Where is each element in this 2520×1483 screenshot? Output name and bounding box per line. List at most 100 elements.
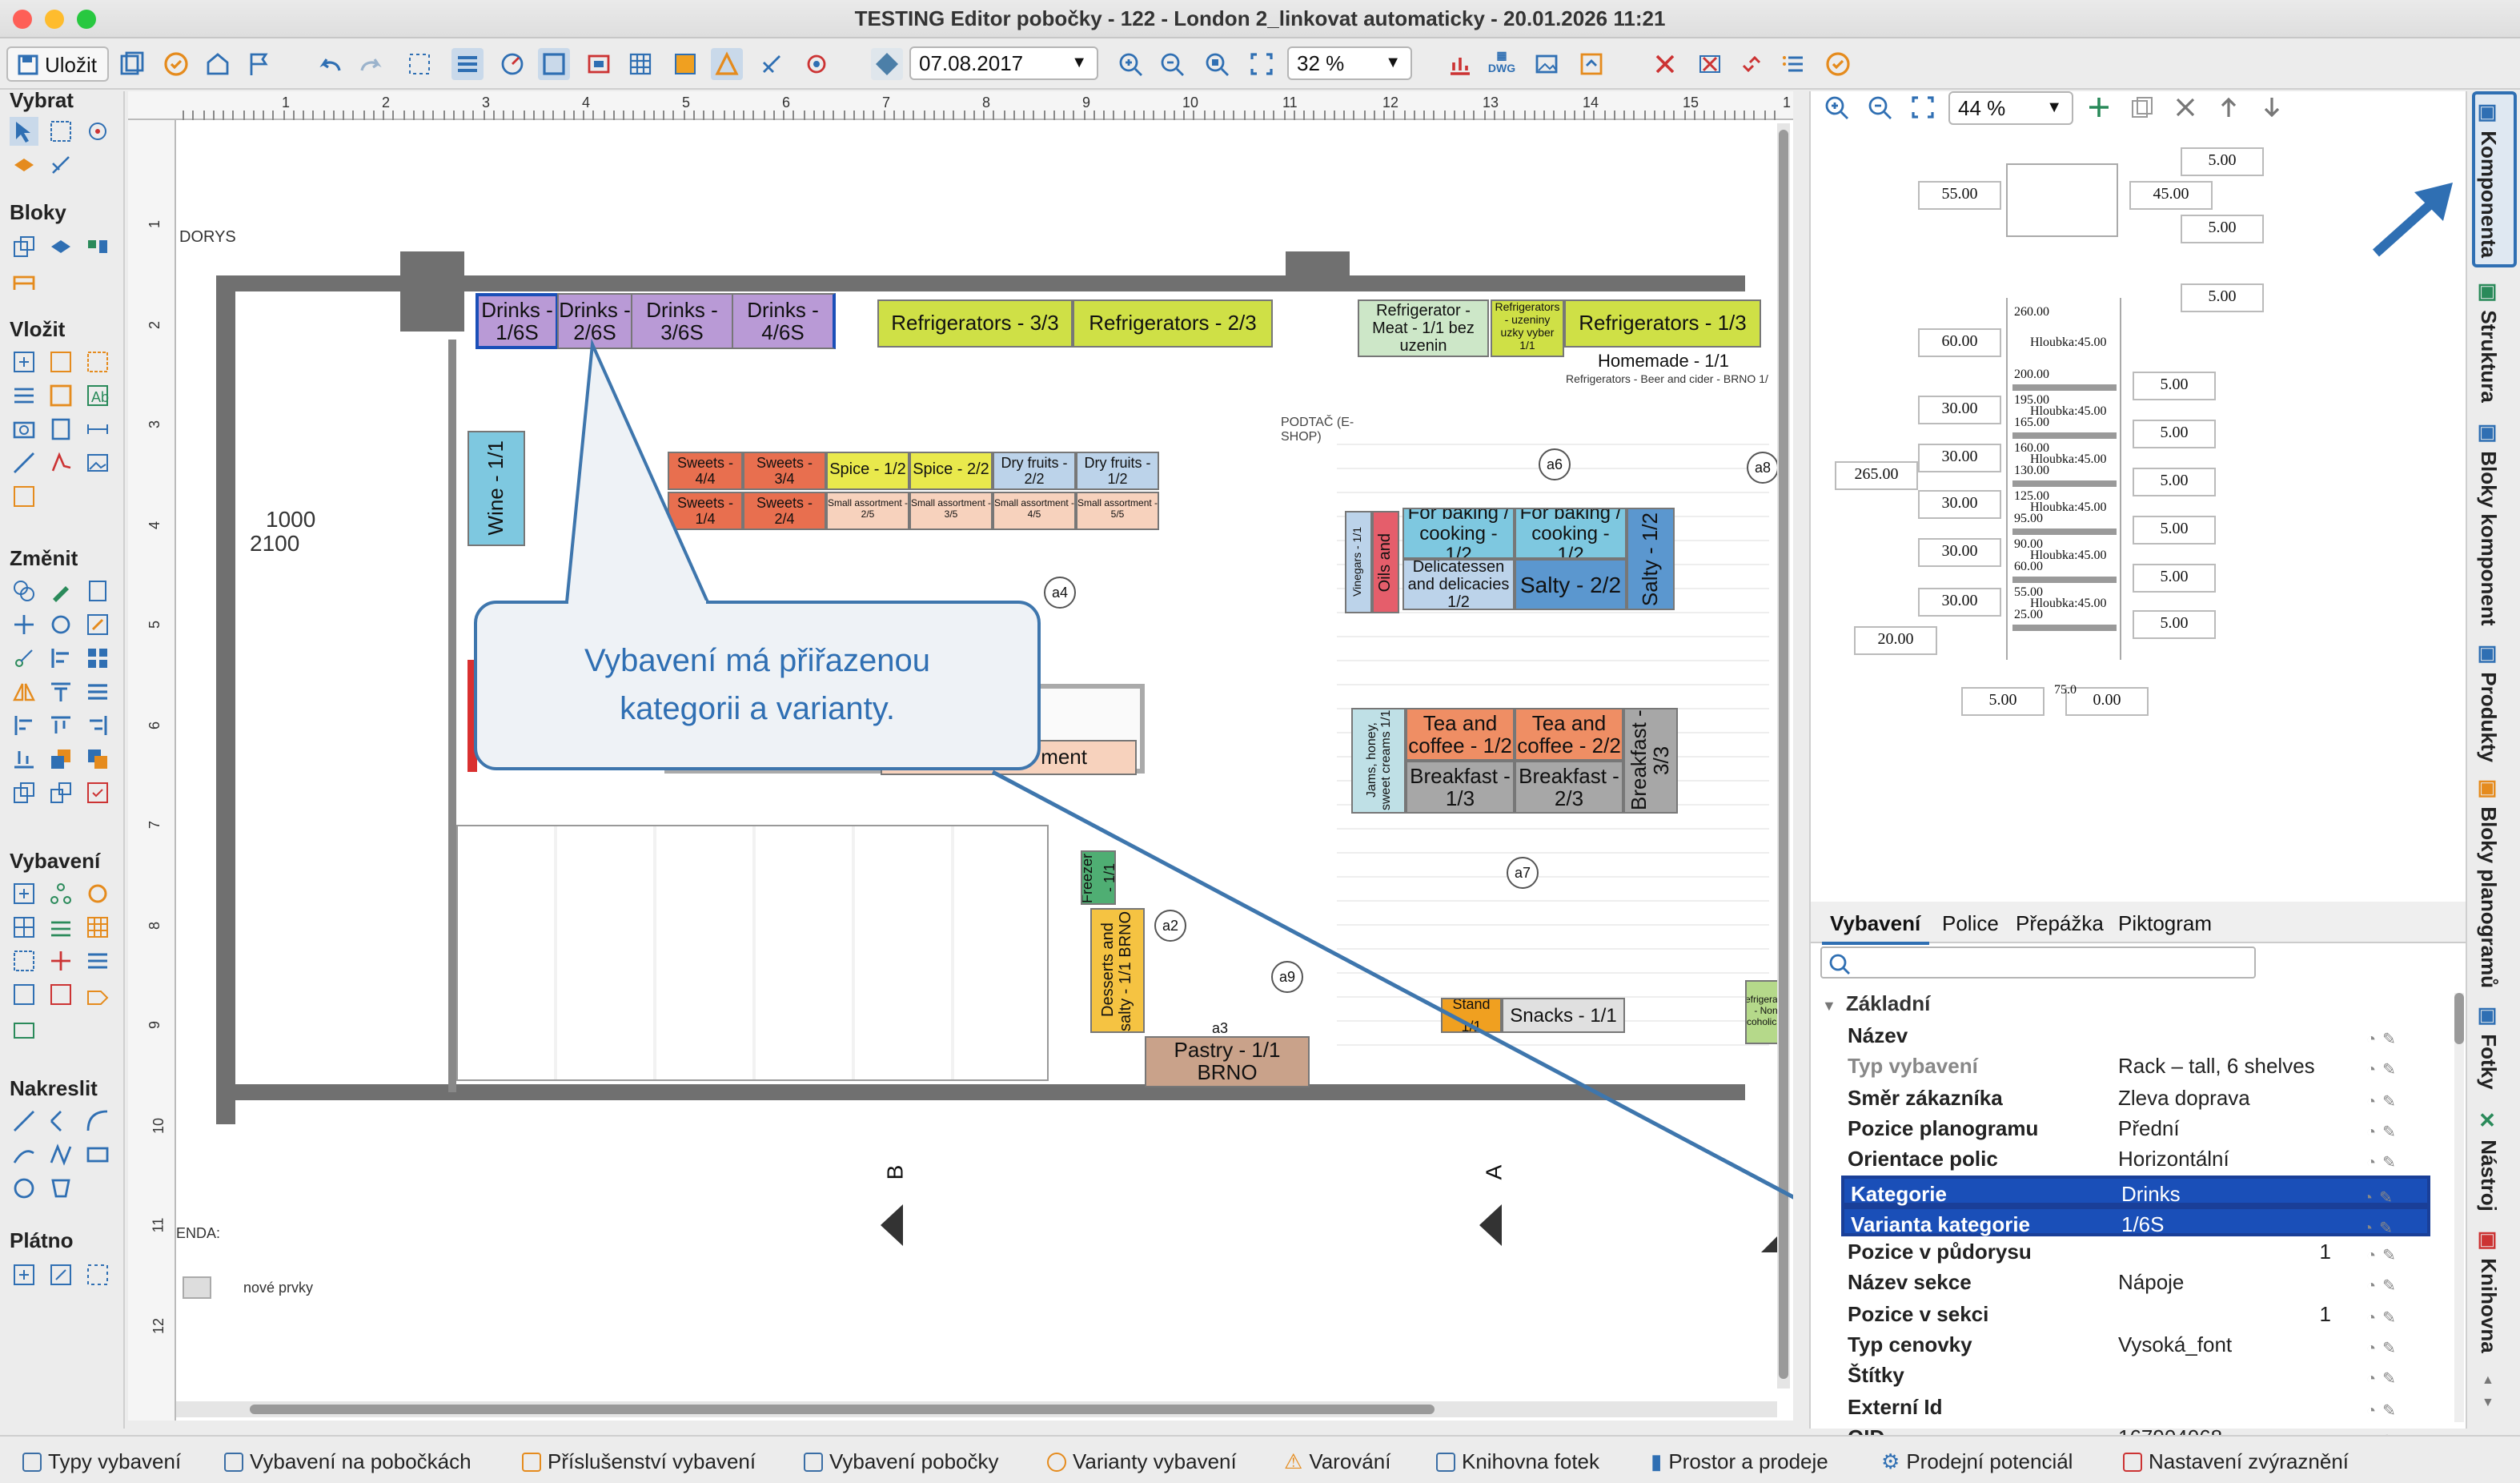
- zoom-out-icon[interactable]: [1156, 48, 1188, 80]
- draw-polyline-icon[interactable]: [46, 1107, 75, 1135]
- btab-fixture-types[interactable]: Typy vybavení: [22, 1449, 181, 1473]
- canvas-resize-icon[interactable]: [46, 1260, 75, 1289]
- align-left2-icon[interactable]: [10, 711, 38, 740]
- remove-icon[interactable]: [2169, 91, 2201, 123]
- align-left-icon[interactable]: [46, 644, 75, 673]
- arrow-up-icon[interactable]: [2213, 91, 2245, 123]
- fixture-grid-icon[interactable]: [83, 913, 112, 942]
- insert-wall-icon[interactable]: [10, 381, 38, 410]
- fixture-shelf-icon[interactable]: [46, 913, 75, 942]
- target-icon[interactable]: [801, 48, 833, 80]
- select-area-icon[interactable]: [403, 48, 435, 80]
- property-actions-icon[interactable]: ◔✎: [2366, 1087, 2414, 1111]
- section-basic[interactable]: ▼ Základní: [1822, 991, 1930, 1015]
- tile-icon[interactable]: [83, 644, 112, 673]
- maximize-window-button[interactable]: [77, 10, 96, 29]
- fixture-split-icon[interactable]: [10, 913, 38, 942]
- property-actions-icon[interactable]: ◔✎: [2366, 1396, 2414, 1420]
- tab-police[interactable]: Police: [1934, 906, 2007, 942]
- vtab-komponenta[interactable]: ▣ Komponenta: [2477, 101, 2501, 258]
- property-actions-icon[interactable]: ◔✎: [2366, 1118, 2414, 1142]
- layers-icon[interactable]: [451, 48, 484, 80]
- btab-store-fixtures[interactable]: Vybavení pobočky: [804, 1449, 999, 1473]
- validate-icon[interactable]: [1822, 48, 1854, 80]
- zoom-in-icon[interactable]: [1114, 48, 1146, 80]
- fixture-tree-icon[interactable]: [46, 879, 75, 908]
- scroll-up-icon[interactable]: ▲: [2482, 1372, 2494, 1387]
- block-group-icon[interactable]: [83, 232, 112, 261]
- unlink-icon[interactable]: [1736, 48, 1768, 80]
- draw-zigzag-icon[interactable]: [46, 1140, 75, 1169]
- property-row[interactable]: Název ◔✎: [1841, 1020, 2430, 1051]
- property-row[interactable]: Pozice v sekci 1 ◔✎: [1841, 1298, 2430, 1328]
- image-icon[interactable]: [1531, 48, 1563, 80]
- fixture-edit-icon[interactable]: [10, 980, 38, 1009]
- change-doc-icon[interactable]: [83, 577, 112, 605]
- redo-icon[interactable]: [355, 48, 387, 80]
- draw-arc-icon[interactable]: [83, 1107, 112, 1135]
- change-copy-icon[interactable]: [10, 577, 38, 605]
- rotate-icon[interactable]: [46, 610, 75, 639]
- zoom-select[interactable]: 32 % ▼: [1287, 46, 1412, 80]
- cut-icon[interactable]: [10, 644, 38, 673]
- btab-warnings[interactable]: ⚠ Varování: [1284, 1449, 1390, 1475]
- area-select-icon[interactable]: [46, 117, 75, 146]
- arrow-down-icon[interactable]: [2256, 91, 2288, 123]
- insert-pdf-icon[interactable]: [46, 448, 75, 477]
- draw-rect-icon[interactable]: [83, 1140, 112, 1169]
- property-row[interactable]: Orientace polic Horizontální ◔✎: [1841, 1143, 2430, 1174]
- insert-line-icon[interactable]: [10, 448, 38, 477]
- properties-scroll-thumb[interactable]: [2454, 993, 2464, 1044]
- dwg-import-icon[interactable]: ▦ DWG: [1486, 48, 1518, 80]
- property-actions-icon[interactable]: ◔✎: [2366, 1365, 2414, 1389]
- property-actions-icon[interactable]: ◔✎: [2366, 1056, 2414, 1080]
- property-row[interactable]: Směr zákazníka Zleva doprava ◔✎: [1841, 1082, 2430, 1112]
- tab-piktogram[interactable]: Piktogram: [2110, 906, 2220, 942]
- property-actions-icon[interactable]: ◔✎: [2366, 1334, 2414, 1358]
- property-actions-icon[interactable]: ◔✎: [2366, 1241, 2414, 1265]
- fixture-icon[interactable]: [583, 48, 615, 80]
- fixture-list-icon[interactable]: [83, 946, 112, 975]
- insert-rack-icon[interactable]: [46, 381, 75, 410]
- duplicate-icon[interactable]: [2126, 91, 2158, 123]
- properties-search-input[interactable]: [1820, 946, 2256, 979]
- insert-svg-icon[interactable]: [10, 482, 38, 511]
- fixture-frame-icon[interactable]: [10, 946, 38, 975]
- block-layer-icon[interactable]: [46, 232, 75, 261]
- insert-camera-icon[interactable]: [10, 415, 38, 444]
- zoom-selection-icon[interactable]: [1201, 48, 1233, 80]
- fit-icon[interactable]: [1246, 48, 1278, 80]
- btab-branch-fixtures[interactable]: Vybavení na pobočkách: [224, 1449, 471, 1473]
- draw-circle-icon[interactable]: [10, 1174, 38, 1203]
- insert-dwg-icon[interactable]: [83, 348, 112, 376]
- btab-highlight-settings[interactable]: Nastavení zvýraznění: [2123, 1449, 2349, 1473]
- group-icon[interactable]: [10, 778, 38, 807]
- property-actions-icon[interactable]: ◔✎: [2366, 1303, 2414, 1327]
- ungroup-icon[interactable]: [46, 778, 75, 807]
- pointer-icon[interactable]: [10, 117, 38, 146]
- move-icon[interactable]: [10, 610, 38, 639]
- draw-polygon-icon[interactable]: [46, 1174, 75, 1203]
- btab-space-sales[interactable]: ▮ Prostor a prodeje: [1651, 1449, 1828, 1475]
- remove-fixture-icon[interactable]: [1694, 48, 1726, 80]
- flag-icon[interactable]: [243, 48, 275, 80]
- connect-icon[interactable]: [756, 48, 788, 80]
- align-top-icon[interactable]: [46, 711, 75, 740]
- property-row[interactable]: Externí Id ◔✎: [1841, 1391, 2430, 1421]
- insert-panel-icon[interactable]: [46, 415, 75, 444]
- date-select[interactable]: 07.08.2017 ▼: [909, 46, 1098, 80]
- fixture-move-icon[interactable]: [46, 946, 75, 975]
- properties-scrollbar[interactable]: [2454, 993, 2464, 1422]
- block-insert-icon[interactable]: [10, 232, 38, 261]
- layer-select-icon[interactable]: [10, 151, 38, 179]
- fixture-add-icon[interactable]: [10, 879, 38, 908]
- fixture-variant-icon[interactable]: [83, 879, 112, 908]
- plus-icon[interactable]: [2083, 91, 2115, 123]
- vtab-nastroj[interactable]: ✕ Nástroj: [2477, 1110, 2501, 1212]
- draw-line-icon[interactable]: [10, 1107, 38, 1135]
- fixture-zone-icon[interactable]: [10, 1014, 38, 1043]
- align-right-icon[interactable]: [83, 711, 112, 740]
- canvas-grid-icon[interactable]: [83, 1260, 112, 1289]
- point-select-icon[interactable]: [83, 117, 112, 146]
- block-store-icon[interactable]: [10, 266, 38, 295]
